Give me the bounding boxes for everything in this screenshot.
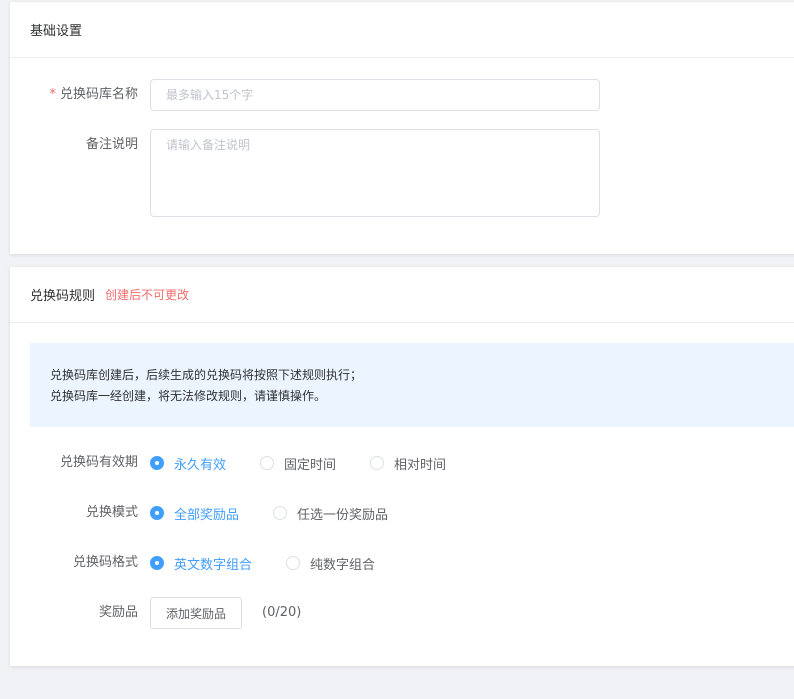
validity-relative-radio[interactable]: 相对时间 xyxy=(370,454,446,473)
format-radio-group: 英文数字组合 纯数字组合 xyxy=(150,547,409,579)
add-reward-button[interactable]: 添加奖励品 xyxy=(150,597,243,629)
name-form-row: * 兑换码库名称 xyxy=(10,79,600,111)
radio-checked-icon xyxy=(150,556,164,570)
validity-form-row: 兑换码有效期 永久有效 固定时间 相对时间 xyxy=(10,447,480,479)
validity-fixed-radio[interactable]: 固定时间 xyxy=(260,454,336,473)
remark-label: 备注说明 xyxy=(85,137,138,152)
notice-line-2: 兑换码库一经创建，将无法修改规则，请谨慎操作。 xyxy=(50,389,327,403)
name-label: * 兑换码库名称 xyxy=(10,79,150,111)
mode-form-row: 兑换模式 全部奖励品 任选一份奖励品 xyxy=(10,497,422,529)
validity-permanent-radio[interactable]: 永久有效 xyxy=(150,454,226,473)
format-label: 兑换码格式 xyxy=(72,555,138,570)
radio-unchecked-icon xyxy=(286,556,301,570)
radio-checked-icon xyxy=(150,506,164,520)
mode-all-rewards-radio[interactable]: 全部奖励品 xyxy=(150,504,239,523)
immutable-warning: 创建后不可更改 xyxy=(105,288,190,302)
mode-radio-group: 全部奖励品 任选一份奖励品 xyxy=(150,497,422,529)
radio-unchecked-icon xyxy=(273,506,288,520)
remark-textarea[interactable] xyxy=(150,129,600,217)
reward-label: 奖励品 xyxy=(98,605,138,620)
mode-choose-one-radio[interactable]: 任选一份奖励品 xyxy=(273,504,388,523)
code-library-name-input[interactable] xyxy=(150,79,600,111)
code-rules-title: 兑换码规则 xyxy=(30,289,96,304)
format-alphanumeric-radio[interactable]: 英文数字组合 xyxy=(150,554,252,573)
rules-notice: 兑换码库创建后，后续生成的兑换码将按照下述规则执行； 兑换码库一经创建，将无法修… xyxy=(30,343,794,427)
mode-label: 兑换模式 xyxy=(85,505,138,520)
format-numeric-radio[interactable]: 纯数字组合 xyxy=(286,554,375,573)
code-rules-card: 兑换码规则 创建后不可更改 兑换码库创建后，后续生成的兑换码将按照下述规则执行；… xyxy=(10,267,794,666)
basic-settings-card: 基础设置 *兑换码库名称 备注说明 xyxy=(10,2,794,254)
name-label-text: 兑换码库名称 xyxy=(59,87,138,102)
code-rules-header: 兑换码规则 创建后不可更改 xyxy=(10,267,794,323)
required-mark: * xyxy=(49,87,56,102)
reward-form-row: 奖励品 添加奖励品 (0/20) xyxy=(10,597,301,629)
basic-settings-header: 基础设置 xyxy=(10,2,794,58)
radio-unchecked-icon xyxy=(260,456,275,470)
validity-radio-group: 永久有效 固定时间 相对时间 xyxy=(150,447,480,479)
remark-form-row: 备注说明 xyxy=(10,129,600,217)
reward-count: (0/20) xyxy=(262,605,302,620)
format-form-row: 兑换码格式 英文数字组合 纯数字组合 xyxy=(10,547,409,579)
validity-label: 兑换码有效期 xyxy=(59,455,138,470)
notice-line-1: 兑换码库创建后，后续生成的兑换码将按照下述规则执行； xyxy=(50,368,363,382)
basic-settings-title: 基础设置 xyxy=(30,24,83,39)
radio-unchecked-icon xyxy=(370,456,385,470)
radio-checked-icon xyxy=(150,456,164,470)
